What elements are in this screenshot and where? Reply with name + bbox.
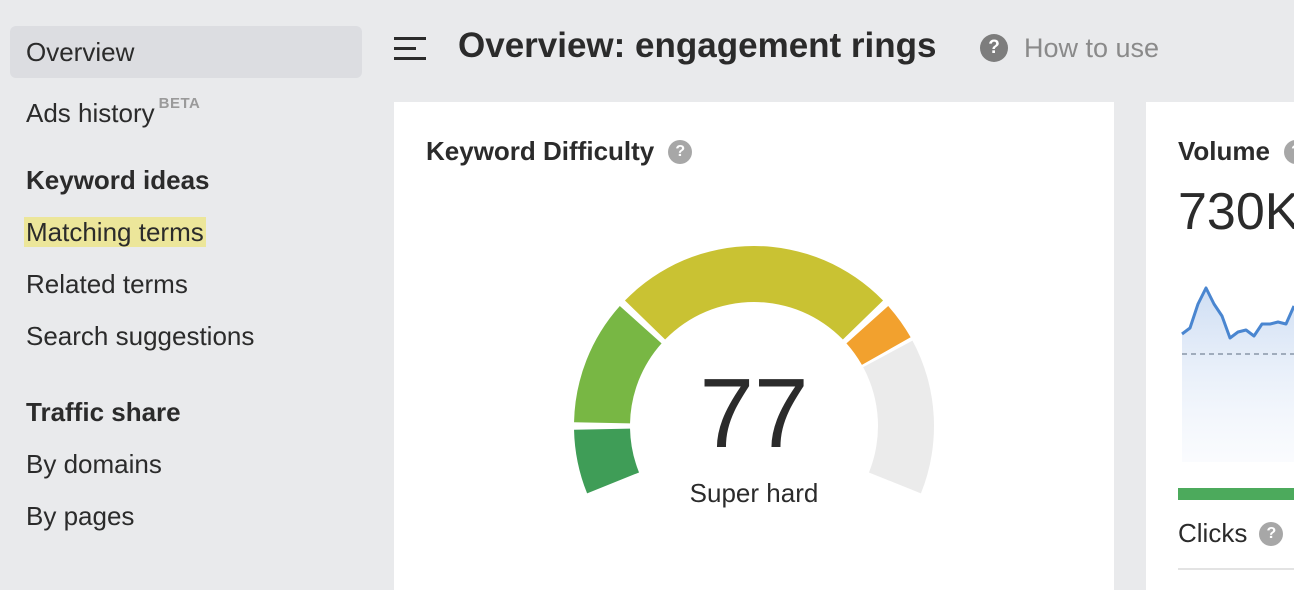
volume-title-text: Volume [1178, 136, 1270, 166]
beta-badge: BETA [158, 95, 201, 112]
sidebar-item-label: Matching terms [24, 217, 206, 247]
sidebar-item-matching-terms[interactable]: Matching terms [10, 206, 362, 258]
sidebar-item-label: By domains [26, 449, 162, 479]
clicks-label: Clicks [1178, 518, 1248, 548]
volume-title: Volume ? [1178, 136, 1294, 167]
volume-trend-area [1182, 288, 1294, 462]
difficulty-label: Super hard [689, 478, 819, 508]
sidebar-item-by-pages[interactable]: By pages [10, 490, 362, 542]
volume-help-icon[interactable]: ? [1283, 139, 1294, 164]
sidebar: Overview Ads history BETA Keyword ideas M… [0, 0, 375, 590]
divider [1178, 568, 1294, 570]
section-heading-keyword-ideas: Keyword ideas [26, 165, 210, 195]
sidebar-item-label: Search suggestions [26, 321, 255, 351]
clicks-help-icon[interactable]: ? [1259, 521, 1284, 546]
volume-value: 730K [1178, 183, 1294, 241]
difficulty-score: 77 [699, 358, 809, 468]
question-circle-icon: ? [980, 34, 1008, 62]
hamburger-menu-icon[interactable] [392, 34, 428, 64]
sidebar-item-label: By pages [26, 501, 135, 531]
page-title: Overview: engagement rings [458, 26, 937, 65]
volume-card: Volume ? 730K Clicks ? [1146, 102, 1294, 590]
how-to-use-label: How to use [1024, 32, 1160, 63]
volume-trend-chart [1181, 286, 1294, 462]
sidebar-item-by-domains[interactable]: By domains [10, 438, 362, 490]
section-heading-traffic-share: Traffic share [26, 397, 181, 427]
sidebar-item-label: Ads history [26, 98, 155, 128]
sidebar-item-ads-history[interactable]: Ads history BETA [10, 78, 362, 130]
keyword-difficulty-card: Keyword Difficulty ? 77 Super hard [394, 102, 1114, 590]
how-to-use-link[interactable]: ? How to use [980, 32, 1159, 64]
sidebar-item-label: Overview [26, 37, 135, 67]
sidebar-item-related-terms[interactable]: Related terms [10, 258, 362, 310]
sidebar-item-overview[interactable]: Overview [10, 26, 362, 78]
sidebar-item-search-suggestions[interactable]: Search suggestions [10, 310, 362, 362]
sidebar-item-label: Related terms [26, 269, 188, 299]
clicks-row: Clicks ? [1178, 518, 1284, 549]
difficulty-gauge [574, 246, 934, 494]
volume-clicks-bar [1178, 488, 1294, 500]
gauge-segment-yellow-orange [624, 246, 884, 340]
